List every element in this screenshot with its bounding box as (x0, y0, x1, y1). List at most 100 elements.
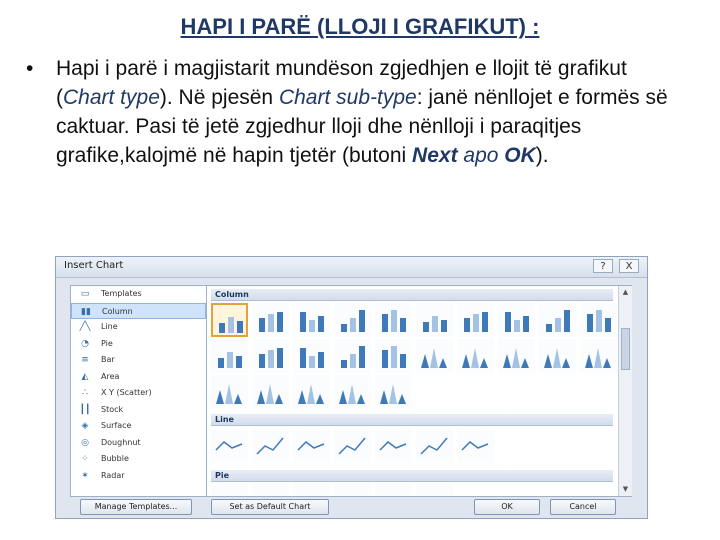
chart-type-label: Column (102, 306, 133, 316)
scroll-down-icon[interactable]: ▼ (620, 484, 631, 495)
thumb-bar (391, 310, 397, 332)
chart-subtype-thumb[interactable] (252, 484, 289, 497)
thumb-bar (309, 320, 315, 332)
section-header-column: Column (211, 289, 613, 301)
pie-subtype-icon (296, 487, 327, 497)
chart-type-radar[interactable]: ✶ Radar (71, 468, 206, 485)
line-subtype-icon (379, 441, 407, 451)
chart-subtype-thumb[interactable] (375, 303, 412, 337)
chart-subtype-thumb[interactable] (293, 375, 330, 409)
thumb-bar (523, 316, 529, 332)
chart-subtype-thumb[interactable] (416, 303, 453, 337)
chart-subtype-gallery: Column Line Pie (206, 285, 632, 497)
set-as-default-button[interactable]: Set as Default Chart (211, 499, 329, 515)
thumb-cone (389, 384, 397, 404)
chart-subtype-thumb[interactable] (375, 429, 412, 463)
chart-type-column[interactable]: ▮▮ Column (71, 302, 206, 319)
chart-type-label: Radar (101, 470, 125, 480)
chart-subtype-thumb[interactable] (211, 339, 248, 373)
chart-type-pie[interactable]: ◔ Pie (71, 336, 206, 353)
column-subtype-icon (218, 352, 242, 368)
manage-templates-button[interactable]: Manage Templates... (80, 499, 192, 515)
pie-subtype-icon (378, 487, 409, 497)
chart-subtype-thumb[interactable] (334, 303, 371, 337)
thumb-cone (398, 394, 406, 404)
dialog-title: Insert Chart (64, 260, 124, 271)
thumb-cone (266, 384, 274, 404)
gallery-scrollbar[interactable]: ▲ ▼ (618, 286, 632, 496)
chart-subtype-thumb[interactable] (334, 339, 371, 373)
chart-type-area[interactable]: ◭ Area (71, 369, 206, 386)
chart-subtype-thumb[interactable] (211, 303, 248, 337)
chart-subtype-thumb[interactable] (580, 339, 617, 373)
chart-subtype-thumb[interactable] (293, 303, 330, 337)
chart-type-doughnut[interactable]: ◎ Doughnut (71, 435, 206, 452)
chart-type-scatter[interactable]: ∴ X Y (Scatter) (71, 385, 206, 402)
thumb-bar (400, 354, 406, 368)
chart-subtype-term: Chart sub-type (278, 86, 417, 109)
chart-type-label: Bar (101, 355, 115, 364)
pie-subtype-icon (337, 487, 368, 497)
chart-subtype-thumb[interactable] (375, 339, 412, 373)
chart-type-surface[interactable]: ◈ Surface (71, 418, 206, 435)
close-button[interactable]: X (619, 259, 639, 273)
column-subtype-icon (382, 346, 406, 368)
scatter-chart-icon: ∴ (82, 388, 88, 398)
scroll-up-icon[interactable]: ▲ (620, 287, 631, 298)
chart-subtype-thumb[interactable] (416, 339, 453, 373)
chart-subtype-thumb[interactable] (580, 303, 617, 337)
cancel-button[interactable]: Cancel (550, 499, 616, 515)
chart-subtype-thumb[interactable] (293, 429, 330, 463)
chart-subtype-thumb[interactable] (252, 303, 289, 337)
pie-subtype-icon (255, 487, 286, 497)
chart-type-label: Area (101, 371, 120, 381)
column-subtype-icon (341, 346, 365, 368)
column-subtype-icon (382, 310, 406, 332)
chart-subtype-thumb[interactable] (375, 484, 412, 497)
chart-subtype-thumb[interactable] (252, 429, 289, 463)
chart-subtype-thumb[interactable] (457, 429, 494, 463)
thumb-cone (562, 358, 570, 368)
thumb-line (215, 441, 243, 451)
chart-type-bubble[interactable]: ⁘ Bubble (71, 451, 206, 468)
chart-subtype-thumb[interactable] (539, 303, 576, 337)
ok-button[interactable]: OK (474, 499, 540, 515)
chart-subtype-thumb[interactable] (334, 375, 371, 409)
thumb-bar (382, 314, 388, 332)
thumb-cone (462, 354, 470, 368)
chart-subtype-thumb[interactable] (334, 429, 371, 463)
chart-subtype-thumb[interactable] (293, 339, 330, 373)
thumb-cone (553, 348, 561, 368)
chart-subtype-thumb[interactable] (375, 375, 412, 409)
chart-subtype-thumb[interactable] (457, 339, 494, 373)
thumb-bar (219, 323, 225, 333)
chart-subtype-thumb[interactable] (211, 484, 248, 496)
chart-subtype-thumb[interactable] (334, 484, 371, 497)
next-term: Next (412, 144, 458, 167)
thumb-bar (441, 320, 447, 332)
cone-subtype-icon (298, 384, 324, 404)
thumb-bar (218, 358, 224, 368)
chart-subtype-thumb[interactable] (252, 339, 289, 373)
chart-type-stock[interactable]: ┃┃ Stock (71, 402, 206, 419)
stock-chart-icon: ┃┃ (79, 404, 91, 415)
thumb-cone (234, 394, 242, 404)
chart-subtype-thumb[interactable] (252, 375, 289, 409)
chart-subtype-thumb[interactable] (539, 339, 576, 373)
scroll-thumb[interactable] (621, 328, 630, 370)
chart-subtype-thumb[interactable] (211, 375, 248, 409)
chart-type-line[interactable]: ╱╲ Line (71, 319, 206, 336)
line-subtype-icon (215, 441, 243, 451)
help-button[interactable]: ? (593, 259, 613, 273)
chart-subtype-thumb[interactable] (293, 484, 330, 497)
chart-type-label: Templates (101, 289, 142, 298)
chart-subtype-thumb[interactable] (416, 429, 453, 463)
chart-subtype-thumb[interactable] (498, 303, 535, 337)
chart-subtype-thumb[interactable] (498, 339, 535, 373)
chart-subtype-thumb[interactable] (416, 484, 453, 496)
chart-subtype-thumb[interactable] (211, 429, 248, 463)
chart-type-templates[interactable]: ▭ Templates (71, 286, 206, 303)
chart-subtype-thumb[interactable] (457, 303, 494, 337)
chart-type-bar[interactable]: ≡ Bar (71, 352, 206, 369)
dialog-titlebar[interactable]: Insert Chart ? X (56, 257, 647, 278)
